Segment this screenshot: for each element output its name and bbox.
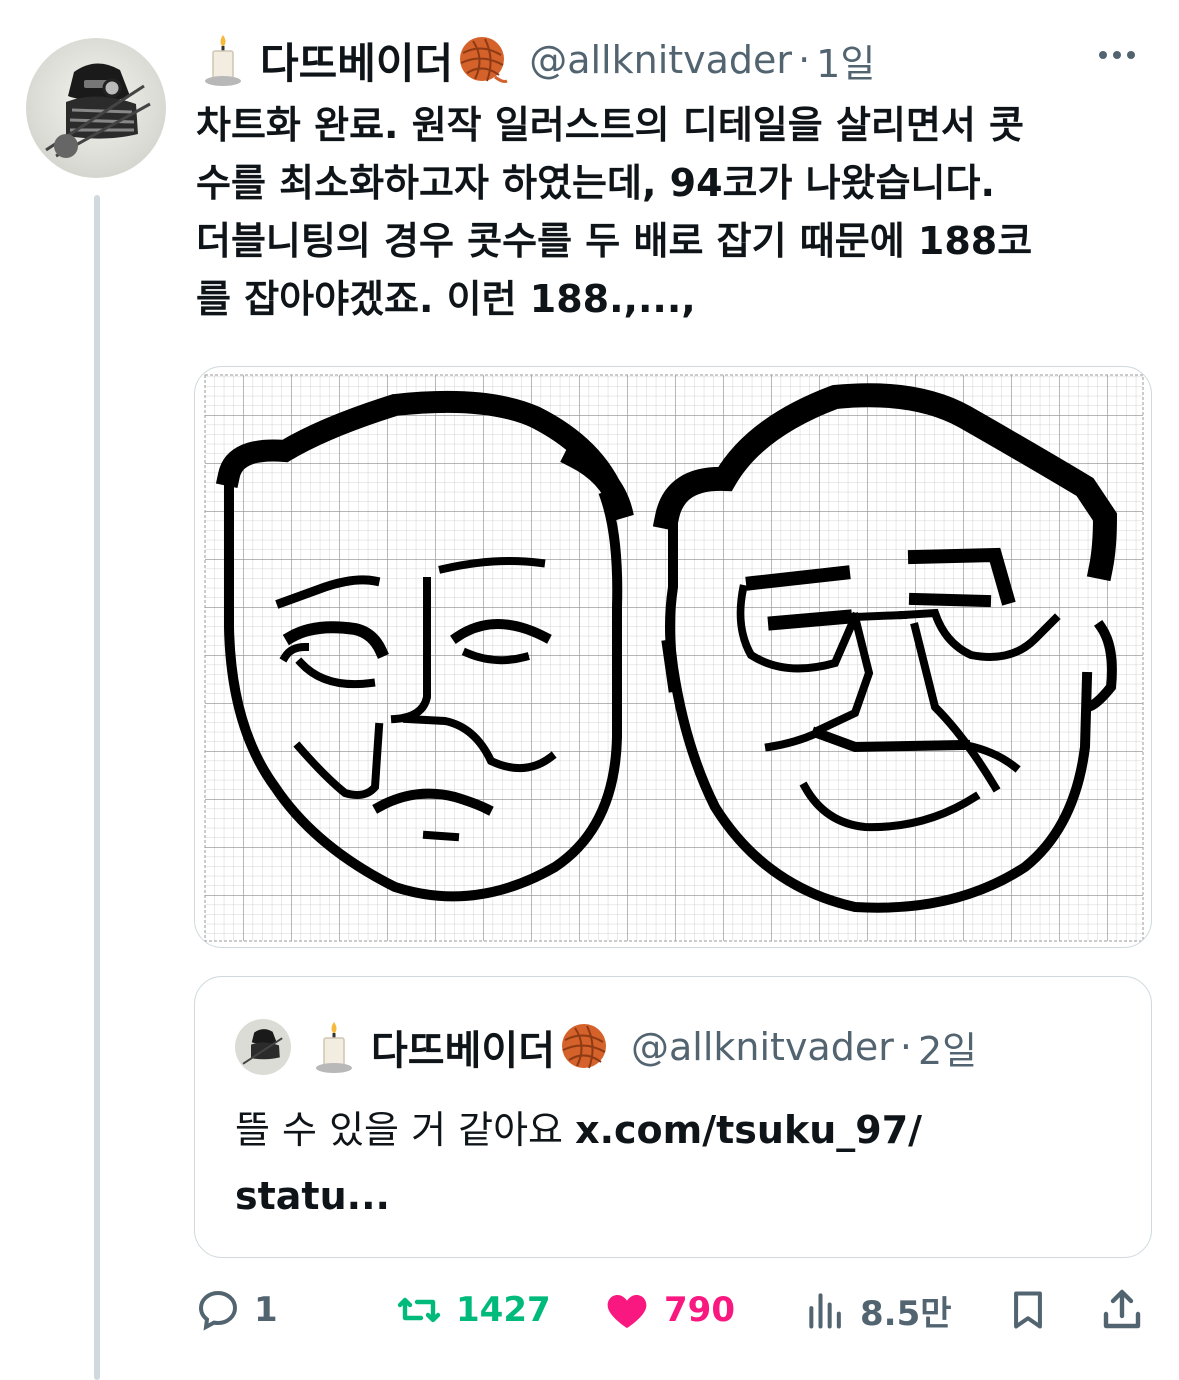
reply-button[interactable]: 1 bbox=[194, 1280, 278, 1340]
views-button[interactable]: 8.5만 bbox=[804, 1280, 952, 1340]
heart-icon bbox=[607, 1295, 647, 1328]
knitting-chart-image bbox=[204, 374, 1144, 942]
share-icon bbox=[1103, 1289, 1141, 1329]
quote-author-avatar bbox=[235, 1019, 291, 1075]
quote-header: 다뜨베이더 @allknitvader · 2일 bbox=[235, 1017, 977, 1077]
tweet-image[interactable] bbox=[194, 366, 1152, 948]
retweet-count: 1427 bbox=[456, 1290, 551, 1330]
knitting-helmet-icon bbox=[45, 63, 151, 158]
quoted-tweet[interactable]: 다뜨베이더 @allknitvader · 2일 뜰 수 있을 거 같아요 x.… bbox=[194, 976, 1152, 1258]
author-name[interactable]: 다뜨베이더 bbox=[260, 30, 453, 91]
reply-icon bbox=[198, 1290, 238, 1331]
like-count: 790 bbox=[664, 1290, 735, 1330]
bookmark-button[interactable] bbox=[1006, 1280, 1050, 1340]
tweet-header: 다뜨베이더 @allknitvader · 1일 bbox=[196, 30, 875, 90]
retweet-button[interactable]: 1427 bbox=[394, 1280, 551, 1340]
quote-author-name: 다뜨베이더 bbox=[371, 1028, 555, 1074]
quote-text: 뜰 수 있을 거 같아요 x.com/tsuku_97/ statu... bbox=[235, 1097, 1115, 1229]
quote-author-handle: @allknitvader bbox=[631, 1025, 894, 1069]
tweet-text: 차트화 완료. 원작 일러스트의 디테일을 살리면서 콧 수를 최소화하고자 하… bbox=[196, 103, 1033, 321]
view-count: 8.5만 bbox=[860, 1293, 952, 1334]
share-button[interactable] bbox=[1098, 1280, 1146, 1340]
candle-icon bbox=[307, 1020, 361, 1074]
reply-count: 1 bbox=[254, 1290, 278, 1330]
like-button[interactable]: 790 bbox=[602, 1280, 735, 1340]
yarn-ball-icon bbox=[557, 1020, 611, 1074]
thread-line bbox=[94, 195, 100, 1380]
retweet-icon bbox=[397, 1297, 441, 1323]
bookmark-icon bbox=[1014, 1291, 1042, 1329]
tweet-time[interactable]: 1일 bbox=[816, 33, 875, 88]
more-options-icon[interactable] bbox=[1095, 40, 1139, 70]
quote-body: 뜰 수 있을 거 같아요 bbox=[235, 1108, 576, 1152]
analytics-icon bbox=[809, 1293, 841, 1329]
author-avatar[interactable] bbox=[26, 38, 166, 178]
separator-dot: · bbox=[798, 38, 811, 82]
separator-dot: · bbox=[899, 1025, 912, 1069]
quote-time: 2일 bbox=[917, 1028, 978, 1073]
author-handle[interactable]: @allknitvader bbox=[529, 38, 792, 82]
yarn-ball-icon bbox=[455, 33, 509, 87]
candle-icon bbox=[196, 33, 250, 87]
action-bar: 1 1427 790 8.5만 bbox=[194, 1280, 1154, 1340]
